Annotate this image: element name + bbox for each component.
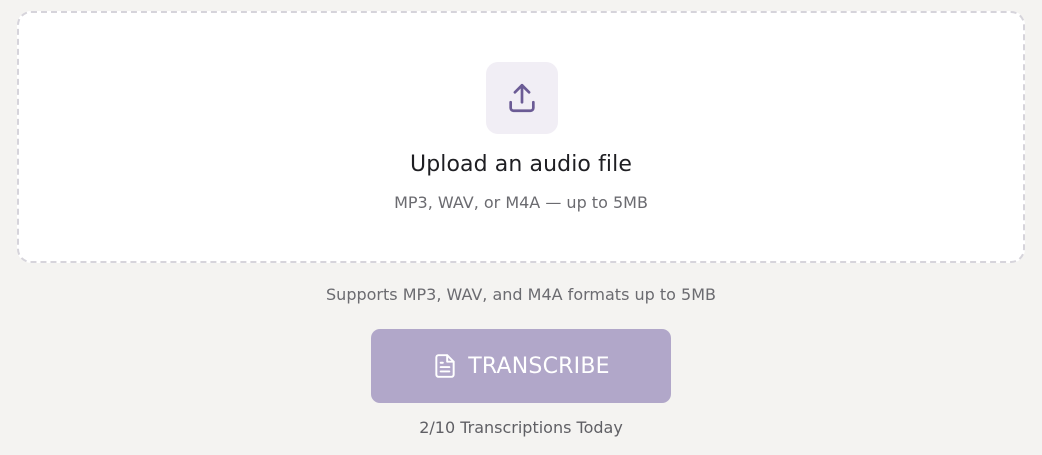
document-icon — [432, 352, 458, 380]
supported-formats-text: Supports MP3, WAV, and M4A formats up to… — [326, 285, 716, 304]
audio-upload-dropzone[interactable]: Upload an audio file MP3, WAV, or M4A — … — [17, 11, 1025, 263]
transcribe-button[interactable]: TRANSCRIBE — [371, 329, 671, 403]
upload-icon — [509, 83, 535, 113]
upload-subtitle: MP3, WAV, or M4A — up to 5MB — [394, 193, 648, 212]
upload-title: Upload an audio file — [410, 152, 632, 177]
transcribe-button-label: TRANSCRIBE — [468, 353, 610, 379]
transcription-usage-count: 2/10 Transcriptions Today — [419, 418, 623, 437]
upload-icon-container — [486, 62, 558, 134]
